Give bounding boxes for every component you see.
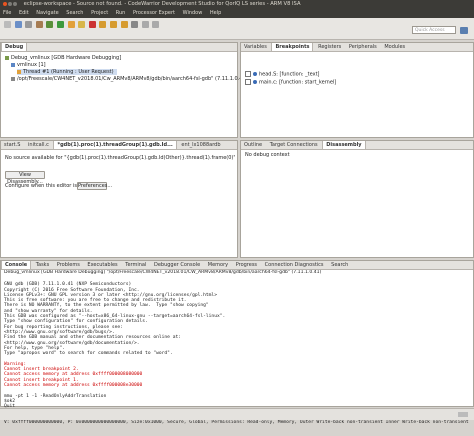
tab-peripherals[interactable]: Peripherals <box>346 43 380 51</box>
tree-item-thread[interactable]: Thread #1 (Running : User Request) <box>17 69 117 75</box>
menu-run[interactable]: Run <box>116 10 126 16</box>
editor-tab-row: start.S initcall.c *gdb(1).proc(1).threa… <box>1 141 237 150</box>
suspend-icon[interactable] <box>78 21 86 28</box>
tab-executables[interactable]: Executables <box>84 261 120 269</box>
tree-item-gdb[interactable]: /opt/Freescale/CW4NET_v2018.01/Cw_ARMv8/… <box>11 76 248 82</box>
debug-launch-icon <box>5 55 9 60</box>
preferences-button[interactable]: Preferences... <box>77 182 112 190</box>
menu-search[interactable]: Search <box>66 10 83 16</box>
tab-progress[interactable]: Progress <box>233 261 260 269</box>
breakpoints-view: Variables Breakpoints Registers Peripher… <box>240 42 474 138</box>
tab-variables[interactable]: Variables <box>241 43 270 51</box>
search-icon[interactable] <box>131 21 139 28</box>
back-icon[interactable] <box>141 21 149 28</box>
tab-problems[interactable]: Problems <box>54 261 83 269</box>
editor-area: start.S initcall.c *gdb(1).proc(1).threa… <box>0 140 238 258</box>
menu-window[interactable]: Window <box>183 10 203 16</box>
run-icon[interactable] <box>56 21 64 28</box>
save-icon[interactable] <box>14 21 22 28</box>
tab-debugger-console[interactable]: Debugger Console <box>151 261 203 269</box>
console-header: Debug_vmlinux [GDB Hardware Debugging] "… <box>4 270 322 275</box>
tab-breakpoints[interactable]: Breakpoints <box>271 43 314 51</box>
tab-outline[interactable]: Outline <box>241 141 265 149</box>
console-view: Console Tasks Problems Executables Termi… <box>0 260 474 425</box>
debug-icon[interactable] <box>46 21 54 28</box>
source-not-found-message: No source available for "{gdb(1).proc(1)… <box>5 155 235 161</box>
tab-registers[interactable]: Registers <box>315 43 344 51</box>
menu-navigate[interactable]: Navigate <box>36 10 58 16</box>
forward-icon[interactable] <box>152 21 160 28</box>
step-over-icon[interactable] <box>109 21 117 28</box>
console-warnings: Warning: Cannot insert breakpoint 2. Canno… <box>4 362 469 388</box>
console-line: V: 0xffff000000000000, P: 0x000000000000… <box>4 420 469 426</box>
window-controls[interactable] <box>3 0 18 9</box>
no-debug-context-label: No debug context <box>245 152 290 158</box>
tab-target-connections[interactable]: Target Connections <box>267 141 321 149</box>
tab-memory[interactable]: Memory <box>205 261 231 269</box>
tab-console[interactable]: Console <box>1 261 32 269</box>
checkbox-icon[interactable] <box>245 79 251 85</box>
debug-tab-row: Debug <box>1 43 237 52</box>
console-lines: GNU gdb (GDB) 7.11.1.0.41 (NXP Semicondu… <box>4 282 469 361</box>
tab-ent-lx1088ardb[interactable]: ent_lx1088ardb <box>178 141 223 149</box>
step-return-icon[interactable] <box>120 21 128 28</box>
process-icon <box>11 62 15 67</box>
breakpoint-item[interactable]: main.c: [function: start_kernel] <box>245 79 336 86</box>
tab-start-s[interactable]: start.S <box>1 141 23 149</box>
window-titlebar: eclipse-workspace - Source not found. - … <box>0 0 474 9</box>
breakpoints-tab-row: Variables Breakpoints Registers Peripher… <box>241 43 473 52</box>
terminate-icon[interactable] <box>88 21 96 28</box>
close-icon[interactable] <box>3 1 7 6</box>
menu-file[interactable]: File <box>3 10 11 16</box>
breakpoint-item[interactable]: head.S: [function: _text] <box>245 71 320 78</box>
new-icon[interactable] <box>4 21 11 28</box>
thread-icon <box>17 69 21 74</box>
tree-item-process[interactable]: vmlinux [1] <box>11 62 46 68</box>
tab-debug[interactable]: Debug <box>1 43 28 51</box>
window-title: eclipse-workspace - Source not found. - … <box>23 1 301 7</box>
perspective-icon[interactable] <box>460 27 468 34</box>
menu-processor-expert[interactable]: Processor Expert <box>133 10 175 16</box>
menu-help[interactable]: Help <box>210 10 221 16</box>
build-icon[interactable] <box>35 21 43 28</box>
main-toolbar <box>0 18 474 40</box>
print-icon[interactable] <box>25 21 33 28</box>
tab-connection-diagnostics[interactable]: Connection Diagnostics <box>262 261 327 269</box>
checkbox-icon[interactable] <box>245 71 251 77</box>
progress-icon <box>458 412 468 417</box>
tab-search[interactable]: Search <box>328 261 351 269</box>
menu-edit[interactable]: Edit <box>19 10 29 16</box>
tab-terminal[interactable]: Terminal <box>122 261 149 269</box>
minimize-icon[interactable] <box>8 1 12 6</box>
status-bar <box>0 408 474 420</box>
tab-tasks[interactable]: Tasks <box>33 261 52 269</box>
menu-project[interactable]: Project <box>91 10 108 16</box>
quick-access-input[interactable]: Quick Access <box>412 26 456 34</box>
step-into-icon[interactable] <box>99 21 107 28</box>
tree-item-launch[interactable]: Debug_vmlinux [GDB Hardware Debugging] <box>5 55 121 61</box>
disassembly-tab-row: Outline Target Connections Disassembly <box>241 141 473 150</box>
disassembly-view: Outline Target Connections Disassembly N… <box>240 140 474 258</box>
breakpoint-icon <box>253 72 257 76</box>
maximize-icon[interactable] <box>13 1 17 6</box>
gdb-icon <box>11 76 15 81</box>
console-tab-row: Console Tasks Problems Executables Termi… <box>1 261 473 270</box>
tab-gdb-frame[interactable]: *gdb(1).proc(1).threadGroup(1).gdb.Id... <box>53 141 177 149</box>
tab-disassembly[interactable]: Disassembly <box>322 141 366 149</box>
view-disassembly-button[interactable]: View Disassembly... <box>5 171 45 185</box>
debug-view: Debug Debug_vmlinux [GDB Hardware Debugg… <box>0 42 248 138</box>
resume-icon[interactable] <box>67 21 75 28</box>
tab-initcall-c[interactable]: initcall.c <box>25 141 52 149</box>
tab-modules[interactable]: Modules <box>381 43 408 51</box>
breakpoint-icon <box>253 80 257 84</box>
menu-bar: File Edit Navigate Search Project Run Pr… <box>0 9 474 18</box>
